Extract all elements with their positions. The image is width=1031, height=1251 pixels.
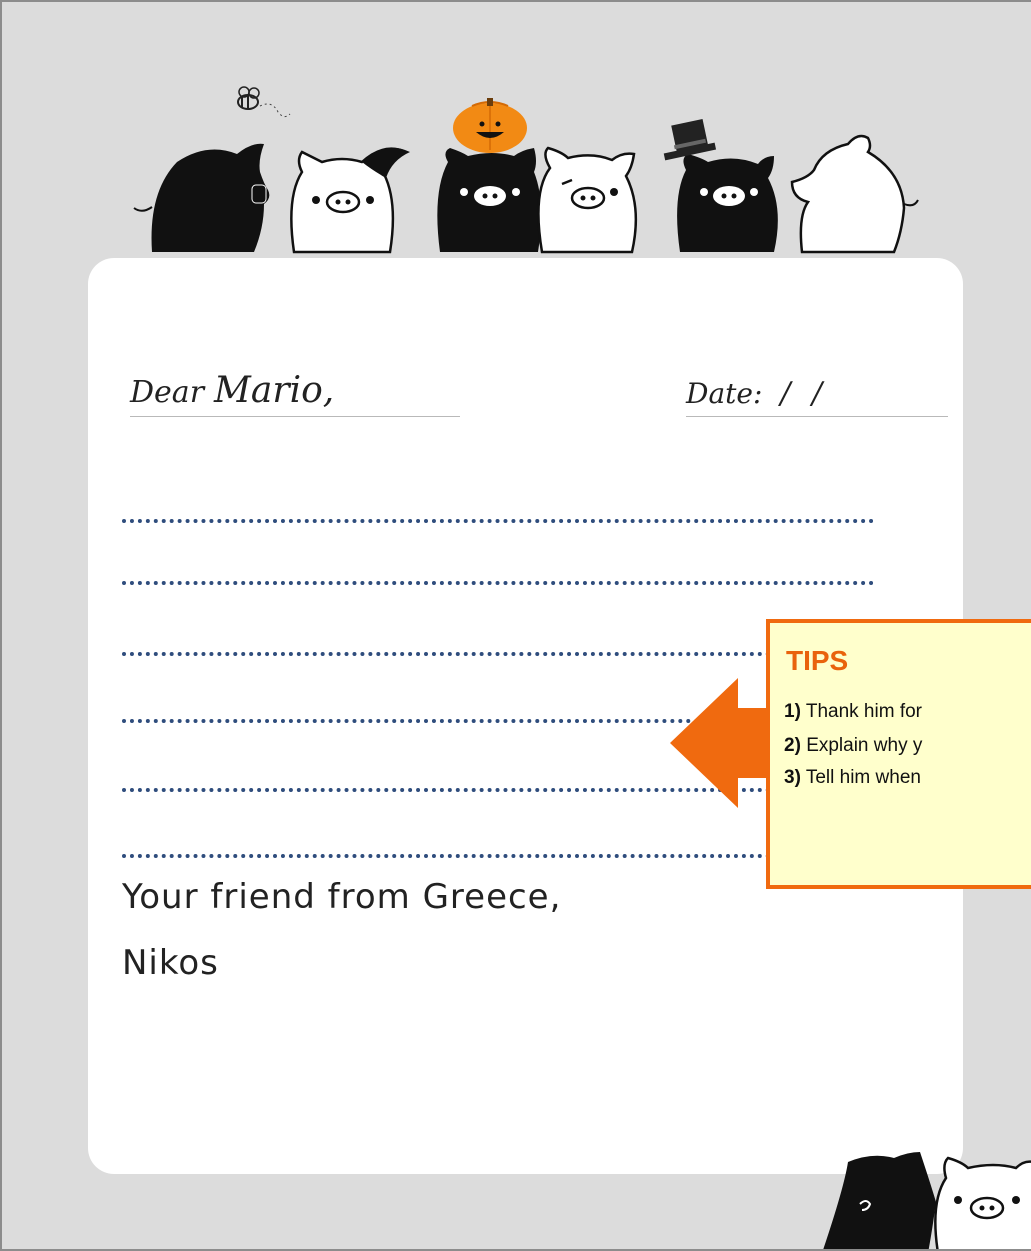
pig-icon <box>823 1152 936 1249</box>
bottom-pig-illustration <box>823 1152 1031 1249</box>
pig-icon <box>934 1156 1031 1249</box>
worksheet-page: Dear Mario, Date: / / Your friend from Gre… <box>0 0 1031 1251</box>
